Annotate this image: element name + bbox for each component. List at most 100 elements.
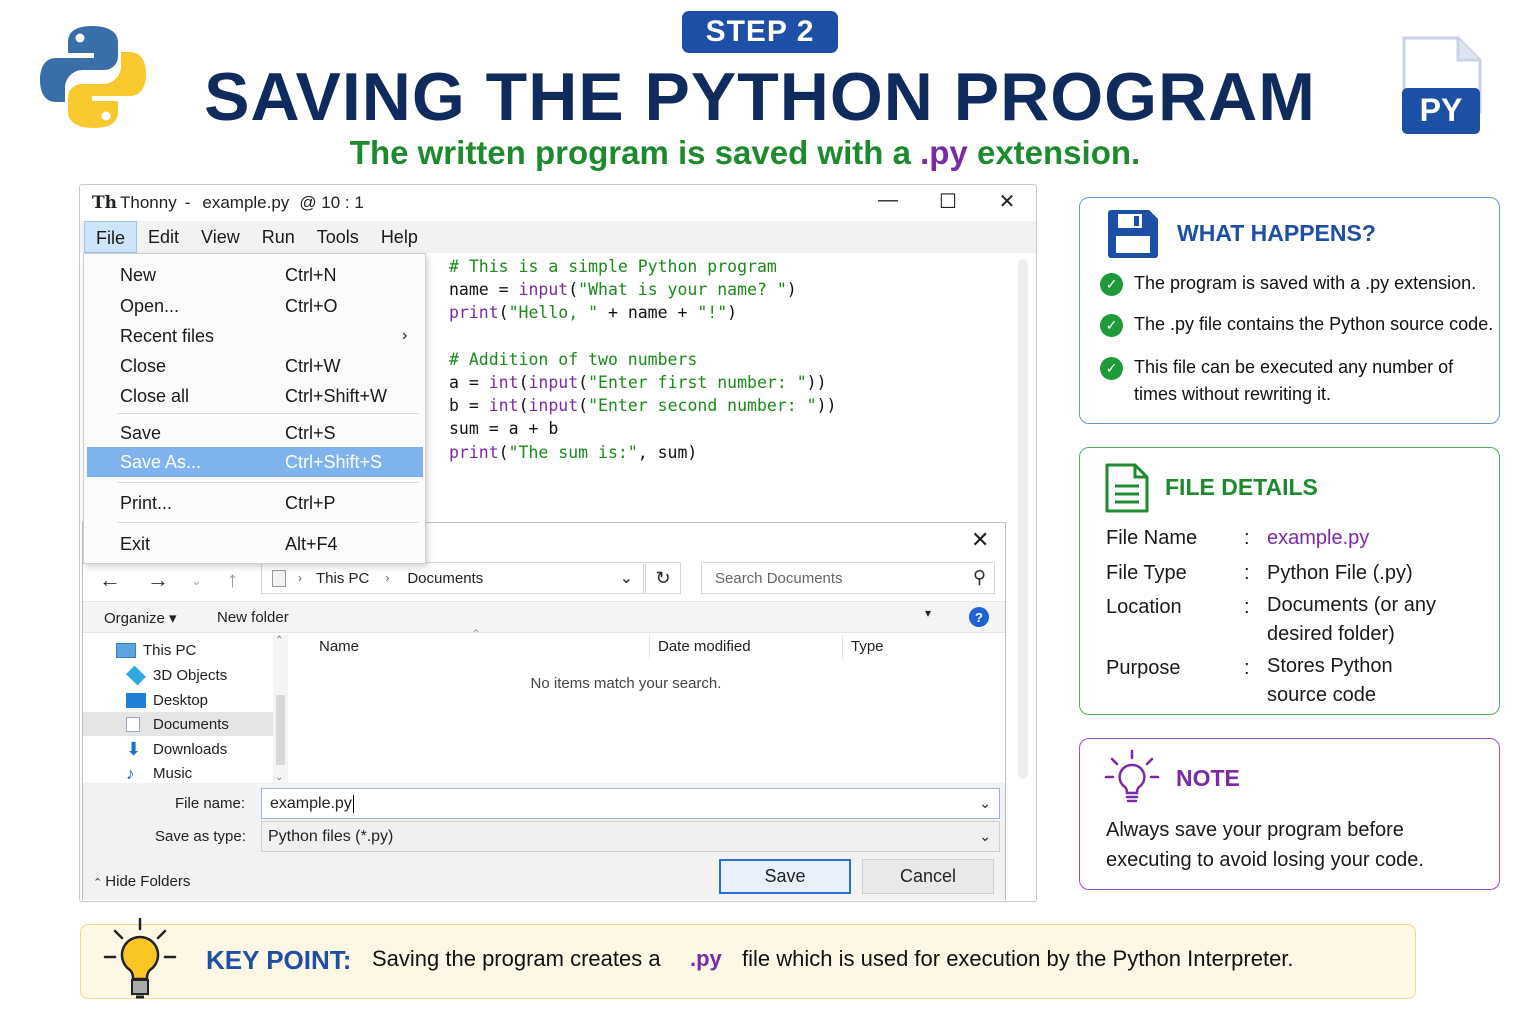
menu-item-close[interactable]: Close Ctrl+W bbox=[87, 351, 423, 381]
chevron-down-icon[interactable]: ⌄ bbox=[979, 795, 991, 812]
python-logo-icon bbox=[40, 26, 146, 128]
menu-item-recent-files[interactable]: Recent files › bbox=[87, 321, 423, 351]
what-happens-item-2: The .py file contains the Python source … bbox=[1134, 314, 1494, 334]
organize-button[interactable]: Organize ▾ bbox=[104, 609, 177, 627]
music-note-icon: ♪ bbox=[126, 763, 135, 783]
menu-item-open[interactable]: Open... Ctrl+O bbox=[87, 291, 423, 321]
save-button[interactable]: Save bbox=[719, 859, 851, 894]
menu-tools[interactable]: Tools bbox=[306, 221, 370, 253]
key-point-banner: KEY POINT: Saving the program creates a … bbox=[80, 917, 1416, 999]
menu-item-save-as[interactable]: Save As... Ctrl+Shift+S bbox=[87, 447, 423, 477]
detail-colon: : bbox=[1244, 596, 1250, 618]
cancel-button[interactable]: Cancel bbox=[862, 859, 994, 894]
dialog-bottom: File name: example.py ⌄ Save as type: Py… bbox=[83, 783, 1005, 900]
menu-item-shortcut: Ctrl+W bbox=[285, 355, 341, 376]
menu-item-shortcut: Ctrl+P bbox=[285, 492, 336, 513]
menu-item-label: Open... bbox=[120, 295, 180, 316]
file-details-card: FILE DETAILS File Name : example.py File… bbox=[1079, 447, 1500, 715]
chevron-right-icon: › bbox=[402, 327, 408, 344]
refresh-button[interactable]: ↻ bbox=[645, 562, 681, 594]
menu-item-close-all[interactable]: Close all Ctrl+Shift+W bbox=[87, 381, 423, 411]
menu-edit[interactable]: Edit bbox=[137, 221, 190, 253]
detail-value-file-name: example.py bbox=[1267, 527, 1370, 549]
code-line: name = input("What is your name? ") bbox=[449, 280, 797, 300]
detail-value-location: Documents (or any desired folder) bbox=[1267, 594, 1436, 645]
code-line: # This is a simple Python program bbox=[449, 257, 777, 276]
menu-bar: File Edit View Run Tools Help bbox=[80, 221, 1036, 253]
close-button[interactable]: ✕ bbox=[987, 189, 1027, 214]
column-date-modified[interactable]: Date modified bbox=[658, 638, 751, 655]
file-name-input[interactable]: example.py ⌄ bbox=[261, 788, 1000, 819]
code-line: print("Hello, " + name + "!") bbox=[449, 303, 738, 323]
path-documents[interactable]: Documents bbox=[407, 570, 483, 587]
menu-item-save[interactable]: Save Ctrl+S bbox=[87, 418, 423, 448]
scroll-up-icon[interactable]: ⌃ bbox=[275, 635, 283, 646]
menu-item-new[interactable]: New Ctrl+N bbox=[87, 260, 423, 290]
lightbulb-icon bbox=[1104, 749, 1160, 803]
code-line: # Addition of two numbers bbox=[449, 349, 698, 369]
column-type[interactable]: Type bbox=[851, 638, 884, 655]
path-this-pc[interactable]: This PC bbox=[316, 570, 369, 587]
menu-run[interactable]: Run bbox=[251, 221, 306, 253]
check-icon: ✓ bbox=[1100, 314, 1123, 337]
editor-scrollbar[interactable] bbox=[1018, 259, 1028, 779]
new-folder-button[interactable]: New folder bbox=[217, 609, 289, 626]
dialog-close-button[interactable]: ✕ bbox=[971, 527, 989, 553]
view-options-icon[interactable]: ▾ bbox=[925, 606, 931, 620]
file-name-label: File name: bbox=[175, 795, 246, 812]
help-icon[interactable]: ? bbox=[969, 607, 989, 627]
search-icon: ⚲ bbox=[972, 567, 986, 587]
page-subtitle: The written program is saved with a .py … bbox=[349, 134, 1141, 171]
tree-item-documents[interactable]: Documents bbox=[83, 712, 273, 736]
forward-arrow-icon[interactable]: → bbox=[147, 567, 169, 593]
what-happens-item-1: The program is saved with a .py extensio… bbox=[1134, 273, 1477, 293]
tree-item-3d-objects[interactable]: 3D Objects bbox=[126, 663, 276, 687]
maximize-button[interactable]: ☐ bbox=[928, 189, 968, 214]
chevron-down-icon: ⌄ bbox=[979, 828, 991, 844]
detail-label-location: Location bbox=[1106, 596, 1182, 618]
dialog-toolbar: Organize ▾ New folder ▾ ? bbox=[83, 601, 1005, 633]
detail-label-purpose: Purpose bbox=[1106, 657, 1181, 679]
recent-dropdown-icon[interactable]: ⌄ bbox=[191, 573, 202, 589]
back-arrow-icon[interactable]: ← bbox=[99, 567, 121, 593]
tree-item-music[interactable]: ♪ Music bbox=[126, 761, 276, 785]
menu-item-label: New bbox=[120, 264, 157, 285]
tree-item-downloads[interactable]: ⬇ Downloads bbox=[126, 737, 276, 761]
tree-item-desktop[interactable]: Desktop bbox=[126, 688, 276, 712]
menu-help[interactable]: Help bbox=[370, 221, 429, 253]
menu-separator bbox=[117, 413, 419, 414]
up-arrow-icon[interactable]: ↑ bbox=[227, 567, 238, 593]
page-title: SAVING THE PYTHON PROGRAM bbox=[204, 59, 1316, 135]
save-type-select[interactable]: Python files (*.py) ⌄ bbox=[261, 821, 1000, 852]
menu-separator bbox=[117, 522, 419, 523]
save-as-dialog: ✕ ← → ⌄ ↑ › This PC › Documents ⌄ ↻ Sear… bbox=[82, 522, 1006, 900]
menu-item-print[interactable]: Print... Ctrl+P bbox=[87, 488, 423, 518]
hide-folders-button[interactable]: ⌃ Hide Folders bbox=[93, 873, 190, 890]
detail-colon: : bbox=[1244, 527, 1250, 549]
what-happens-title: WHAT HAPPENS? bbox=[1177, 220, 1376, 246]
key-point-ext: .py bbox=[690, 946, 722, 971]
address-bar[interactable]: › This PC › Documents ⌄ bbox=[261, 562, 644, 594]
tree-scrollbar[interactable]: ⌃ ⌄ bbox=[273, 635, 288, 783]
menu-view[interactable]: View bbox=[190, 221, 251, 253]
menu-item-label: Save As... bbox=[120, 451, 202, 472]
menu-file[interactable]: File bbox=[84, 221, 138, 253]
menu-item-shortcut: Alt+F4 bbox=[285, 533, 338, 554]
column-name[interactable]: Name bbox=[319, 638, 359, 655]
note-card: NOTE Always save your program before exe… bbox=[1079, 738, 1500, 890]
scroll-thumb[interactable] bbox=[276, 695, 285, 765]
minimize-button[interactable]: — bbox=[868, 189, 908, 212]
step-badge: STEP 2 bbox=[682, 11, 838, 53]
title-separator: - bbox=[184, 193, 191, 212]
scroll-down-icon[interactable]: ⌄ bbox=[275, 772, 283, 783]
save-type-label: Save as type: bbox=[155, 828, 246, 845]
search-input[interactable]: Search Documents ⚲ bbox=[701, 562, 995, 594]
chevron-down-icon[interactable]: ⌄ bbox=[620, 568, 633, 588]
detail-colon: : bbox=[1244, 562, 1250, 584]
sort-up-icon: ⌃ bbox=[471, 627, 482, 641]
tree-item-this-pc[interactable]: This PC bbox=[116, 638, 276, 662]
detail-value-file-type: Python File (.py) bbox=[1267, 562, 1413, 584]
code-line: a = int(input("Enter first number: ")) bbox=[449, 373, 827, 392]
menu-item-exit[interactable]: Exit Alt+F4 bbox=[87, 529, 423, 559]
